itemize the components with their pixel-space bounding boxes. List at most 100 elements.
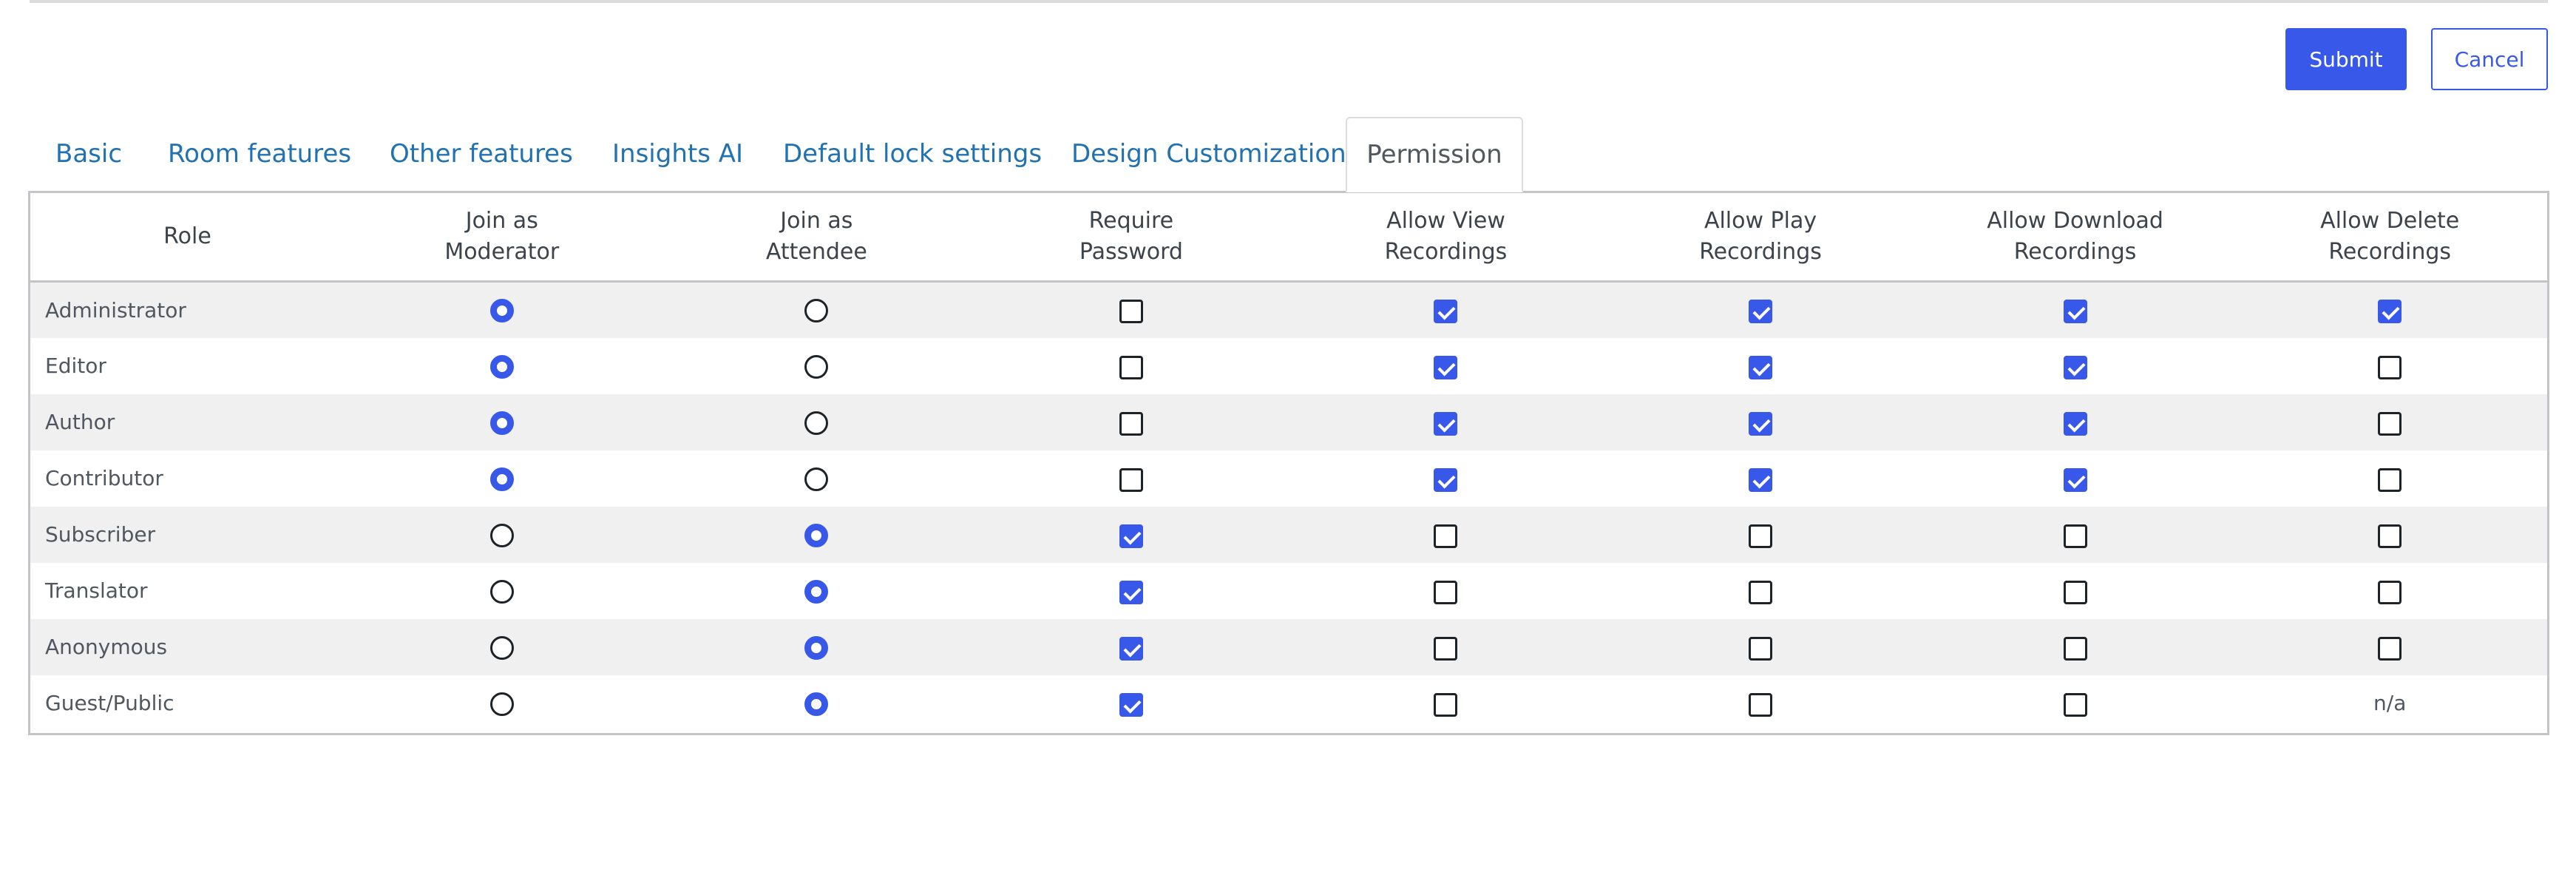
tab-other-features[interactable]: Other features	[390, 117, 573, 191]
download-cell	[1918, 563, 2233, 619]
join-moderator-radio[interactable]	[489, 411, 514, 435]
allow-download-checkbox[interactable]	[2063, 692, 2087, 717]
download-cell	[1918, 338, 2233, 394]
cancel-button[interactable]: Cancel	[2431, 28, 2548, 90]
table-row: Subscriber	[30, 506, 2547, 563]
allow-view-checkbox[interactable]	[1434, 355, 1458, 379]
require_password-cell	[974, 394, 1289, 450]
tab-basic[interactable]: Basic	[55, 117, 122, 191]
download-cell	[1918, 450, 2233, 507]
tab-room-features[interactable]: Room features	[168, 117, 351, 191]
allow-download-checkbox[interactable]	[2063, 355, 2087, 379]
tab-design-customization[interactable]: Design Customization	[1071, 117, 1346, 191]
allow-view-checkbox[interactable]	[1434, 467, 1458, 492]
allow-play-checkbox[interactable]	[1749, 467, 1773, 492]
allow-view-checkbox[interactable]	[1434, 636, 1458, 661]
delete-cell	[2232, 507, 2547, 563]
join-attendee-cell	[660, 563, 975, 619]
join-moderator-radio[interactable]	[489, 467, 514, 491]
join-attendee-radio[interactable]	[804, 467, 829, 491]
join-attendee-radio[interactable]	[804, 579, 829, 604]
allow-delete-checkbox[interactable]	[2378, 467, 2402, 492]
view-cell	[1289, 675, 1604, 732]
col-allow-download-header: Allow Download Recordings	[1917, 193, 2233, 283]
play-cell	[1603, 282, 1918, 338]
allow-delete-checkbox[interactable]	[2378, 411, 2402, 436]
tab-permission[interactable]: Permission	[1346, 117, 1523, 192]
table-row: Contributor	[30, 450, 2547, 507]
join-attendee-radio[interactable]	[804, 411, 829, 435]
join-attendee-radio[interactable]	[804, 692, 829, 716]
require_password-cell	[974, 619, 1289, 675]
allow-play-checkbox[interactable]	[1749, 636, 1773, 661]
delete-cell	[2232, 619, 2547, 675]
join-moderator-radio[interactable]	[489, 523, 514, 547]
allow-delete-checkbox[interactable]	[2378, 636, 2402, 661]
join-moderator-radio[interactable]	[489, 692, 514, 716]
tab-default-lock-settings[interactable]: Default lock settings	[783, 117, 1042, 191]
require-password-checkbox[interactable]	[1119, 524, 1143, 548]
allow-download-checkbox[interactable]	[2063, 636, 2087, 661]
require_password-cell	[974, 450, 1289, 507]
allow-download-checkbox[interactable]	[2063, 467, 2087, 492]
allow-view-checkbox[interactable]	[1434, 692, 1458, 717]
allow-delete-checkbox[interactable]	[2378, 355, 2402, 379]
allow-play-checkbox[interactable]	[1749, 300, 1773, 324]
allow-download-checkbox[interactable]	[2063, 300, 2087, 324]
join-attendee-cell	[660, 338, 975, 394]
join-attendee-radio[interactable]	[804, 299, 829, 323]
allow-view-checkbox[interactable]	[1434, 411, 1458, 436]
view-cell	[1289, 563, 1604, 619]
join-attendee-radio[interactable]	[804, 523, 829, 547]
allow-play-checkbox[interactable]	[1749, 692, 1773, 717]
allow-play-checkbox[interactable]	[1749, 580, 1773, 604]
require-password-checkbox[interactable]	[1119, 692, 1143, 717]
allow-play-checkbox[interactable]	[1749, 411, 1773, 436]
join-moderator-cell	[345, 675, 660, 732]
play-cell	[1603, 563, 1918, 619]
require-password-checkbox[interactable]	[1119, 580, 1143, 604]
join-moderator-radio[interactable]	[489, 299, 514, 323]
join-attendee-radio[interactable]	[804, 354, 829, 379]
allow-play-checkbox[interactable]	[1749, 524, 1773, 548]
allow-delete-checkbox[interactable]	[2378, 300, 2402, 324]
view-cell	[1289, 507, 1604, 563]
require-password-checkbox[interactable]	[1119, 300, 1143, 324]
view-cell	[1289, 282, 1604, 338]
join-moderator-radio[interactable]	[489, 635, 514, 660]
col-join-moderator-header: Join as Moderator	[345, 193, 660, 283]
header-label: Recordings	[1699, 239, 1822, 265]
role-name: Administrator	[45, 297, 186, 322]
allow-delete-checkbox[interactable]	[2378, 524, 2402, 548]
header-label: Recordings	[2328, 239, 2452, 265]
join-moderator-radio[interactable]	[489, 354, 514, 379]
join-attendee-cell	[660, 450, 975, 507]
allow-download-checkbox[interactable]	[2063, 524, 2087, 548]
require-password-checkbox[interactable]	[1119, 467, 1143, 492]
header-label: Attendee	[765, 239, 867, 265]
require-password-checkbox[interactable]	[1119, 355, 1143, 379]
require_password-cell	[974, 338, 1289, 394]
allow-download-checkbox[interactable]	[2063, 580, 2087, 604]
allow-view-checkbox[interactable]	[1434, 580, 1458, 604]
header-label: Allow View	[1386, 208, 1505, 234]
delete-cell	[2232, 338, 2547, 394]
join-moderator-cell	[345, 338, 660, 394]
allow-view-checkbox[interactable]	[1434, 524, 1458, 548]
join-attendee-radio[interactable]	[804, 635, 829, 660]
table-row: Editor	[30, 338, 2547, 394]
join-moderator-radio[interactable]	[489, 579, 514, 604]
allow-view-checkbox[interactable]	[1434, 300, 1458, 324]
submit-button[interactable]: Submit	[2285, 28, 2407, 90]
allow-delete-checkbox[interactable]	[2378, 580, 2402, 604]
top-divider	[30, 0, 2548, 3]
header-label: Join as	[780, 208, 853, 234]
allow-download-checkbox[interactable]	[2063, 411, 2087, 436]
view-cell	[1289, 338, 1604, 394]
allow-play-checkbox[interactable]	[1749, 355, 1773, 379]
require_password-cell	[974, 282, 1289, 338]
require-password-checkbox[interactable]	[1119, 411, 1143, 436]
table-row: Author	[30, 394, 2547, 450]
tab-insights-ai[interactable]: Insights AI	[612, 117, 743, 191]
require-password-checkbox[interactable]	[1119, 636, 1143, 661]
